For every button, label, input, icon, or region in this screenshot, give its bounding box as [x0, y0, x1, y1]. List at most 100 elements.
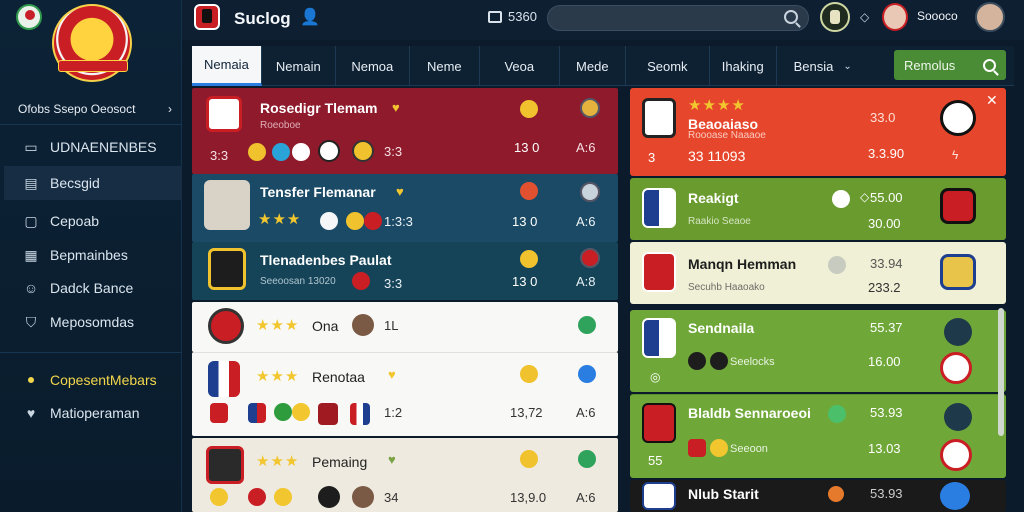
star-icon: [210, 488, 228, 506]
tab-neme[interactable]: Neme: [410, 46, 480, 86]
team-badge-icon: [940, 352, 972, 384]
list-item[interactable]: Tensfer Flemanar ♥ ★★★ 1:3:3 13 0 A:6: [192, 174, 618, 242]
card-number: 33 11093: [688, 148, 746, 164]
remolus-search-button[interactable]: Remolus: [894, 50, 1006, 80]
sidebar-item-copesentmebars[interactable]: CopesentMebars: [4, 363, 182, 397]
featured-card[interactable]: Manqn Hemman Secuhb Haaoako 33.94 233.2: [630, 242, 1006, 304]
featured-card[interactable]: ★★★★ Beaoaiaso Roooase Naaaoe 3 33 11093…: [630, 88, 1006, 176]
app-logo-icon[interactable]: [16, 4, 42, 30]
team-badge-icon: [940, 482, 970, 510]
tab-nemaia[interactable]: Nemaia: [192, 46, 262, 86]
diamond-icon[interactable]: ◇: [860, 10, 869, 24]
heart-icon: ♥: [396, 184, 404, 199]
search-input[interactable]: [548, 6, 778, 30]
heart-icon: ♥: [26, 405, 36, 421]
grid-icon: ▦: [24, 246, 38, 263]
featured-card[interactable]: Sendnaila Seelocks ◎ 55.37 16.00: [630, 310, 1006, 392]
sidebar-item-matioperaman[interactable]: ♥ Matioperaman: [4, 396, 182, 430]
card-title: Nlub Starit: [688, 486, 759, 502]
list-item[interactable]: ★★★ Renotaa ♥ 1:2 13,72 A:6: [192, 352, 618, 436]
club-crest-logo: [52, 4, 132, 82]
item-score: 1:3:3: [384, 214, 413, 229]
info-icon: ◎: [650, 370, 661, 384]
close-icon[interactable]: ✕: [986, 92, 998, 109]
snowflake-icon: [320, 212, 338, 230]
sidebar-item-dadck-bance[interactable]: ☺ Dadck Bance: [4, 271, 182, 305]
team-badge-icon: [944, 318, 972, 346]
tab-nemain[interactable]: Nemain: [262, 46, 336, 86]
sidebar-item-cepoab[interactable]: ▢ Cepoab: [4, 204, 182, 238]
sidebar-item-becsgid[interactable]: ▤ Becsgid: [4, 166, 182, 200]
tab-ihaking[interactable]: Ihaking: [710, 46, 777, 86]
list-item[interactable]: ★★★ Ona 1L: [192, 302, 618, 352]
sidebar-item-label: Bepmainbes: [50, 247, 128, 263]
player-icon: [710, 352, 728, 370]
card-value: 55.37: [870, 320, 903, 335]
wallet-stat-value: 5360: [508, 9, 537, 24]
star-icon: [292, 403, 310, 421]
featured-card[interactable]: Nlub Starit 53.93: [630, 480, 1006, 512]
team-icon: [350, 403, 370, 425]
team-badge-icon: [940, 100, 976, 136]
team-icon: [364, 212, 382, 230]
badge-icon: [248, 143, 266, 161]
sidebar: Ofobs Ssepo Oeosoct › ▭ UDNAENENBES ▤ Be…: [0, 0, 182, 512]
fire-icon: [520, 182, 538, 200]
club-crest-icon: [642, 252, 676, 292]
item-badge: 3:3: [384, 276, 403, 291]
tab-bensia-dropdown[interactable]: Bensia ⌄: [777, 46, 869, 86]
check-icon: [832, 190, 850, 208]
team-icon: [210, 403, 228, 423]
item-value: 13 0: [514, 140, 540, 155]
search-bar[interactable]: [547, 5, 809, 31]
team-icon: [352, 272, 370, 290]
dot-icon: [22, 371, 40, 389]
monitor-icon: ▭: [24, 138, 38, 155]
sidebar-item-meposomdas[interactable]: ⛉ Meposomdas: [4, 305, 182, 339]
sidebar-item-bepmainbes[interactable]: ▦ Bepmainbes: [4, 238, 182, 272]
card-value-2: 3.3.90: [868, 146, 905, 161]
sidebar-item-label: UDNAENENBES: [50, 139, 157, 155]
status-icon: [828, 405, 846, 423]
featured-card[interactable]: Reakigt Raakio Seaoe ◇ 55.00 30.00: [630, 178, 1006, 240]
club-crest-icon: [206, 446, 244, 484]
heart-icon: ♥: [388, 452, 396, 467]
sidebar-item-udnaenenbes[interactable]: ▭ UDNAENENBES: [4, 130, 182, 164]
sidebar-item-label: Becsgid: [50, 175, 100, 191]
team-icon: [688, 439, 706, 457]
league-badge-icon[interactable]: [820, 2, 850, 32]
tab-nemoa[interactable]: Nemoa: [336, 46, 410, 86]
list-item[interactable]: Tlenadenbes Paulat Seeoosan 13020 3:3 13…: [192, 242, 618, 300]
card-value: 33.0: [870, 110, 896, 125]
team-badge-icon: [940, 254, 976, 290]
club-crest-icon: [208, 248, 246, 290]
profile-avatar[interactable]: [975, 2, 1005, 32]
brand-logo-icon[interactable]: [194, 4, 220, 30]
scrollbar[interactable]: [998, 308, 1004, 436]
featured-card[interactable]: Blaldb Sennaroeoi Seeoon 55 53.93 13.03: [630, 394, 1006, 478]
chevron-right-icon: ›: [168, 102, 172, 116]
tab-veoa[interactable]: Veoa: [480, 46, 560, 86]
list-item[interactable]: Rosedigr Tlemam ♥ Roeoboe 3:3 3:3 13 0 A…: [192, 88, 618, 174]
card-stat-left: 3: [648, 150, 656, 165]
rating-stars: ★★★: [256, 317, 300, 334]
player-icon: [580, 98, 600, 118]
wallet-stat[interactable]: 5360: [488, 9, 537, 24]
user-icon[interactable]: 👤: [300, 7, 320, 27]
sidebar-item-label: Cepoab: [50, 213, 100, 229]
shield-icon: ⛉: [25, 313, 37, 330]
player-photo: [204, 180, 250, 230]
rating-stars: ★★★: [258, 211, 302, 228]
search-icon[interactable]: [784, 10, 798, 24]
avatar[interactable]: [882, 3, 908, 31]
star-icon: [272, 143, 290, 161]
wallet-icon: [488, 10, 502, 23]
chevron-down-icon: ⌄: [843, 60, 852, 72]
item-title: Rosedigr Tlemam: [260, 100, 378, 116]
list-item[interactable]: ★★★ Pemaing ♥ 34 13,9.0 A:6: [192, 438, 618, 512]
card-value: 53.93: [870, 405, 903, 420]
tab-mede[interactable]: Mede: [560, 46, 626, 86]
sidebar-header[interactable]: Ofobs Ssepo Oeosoct ›: [6, 102, 178, 116]
status-icon: [828, 486, 844, 502]
tab-seomk[interactable]: Seomk: [626, 46, 710, 86]
